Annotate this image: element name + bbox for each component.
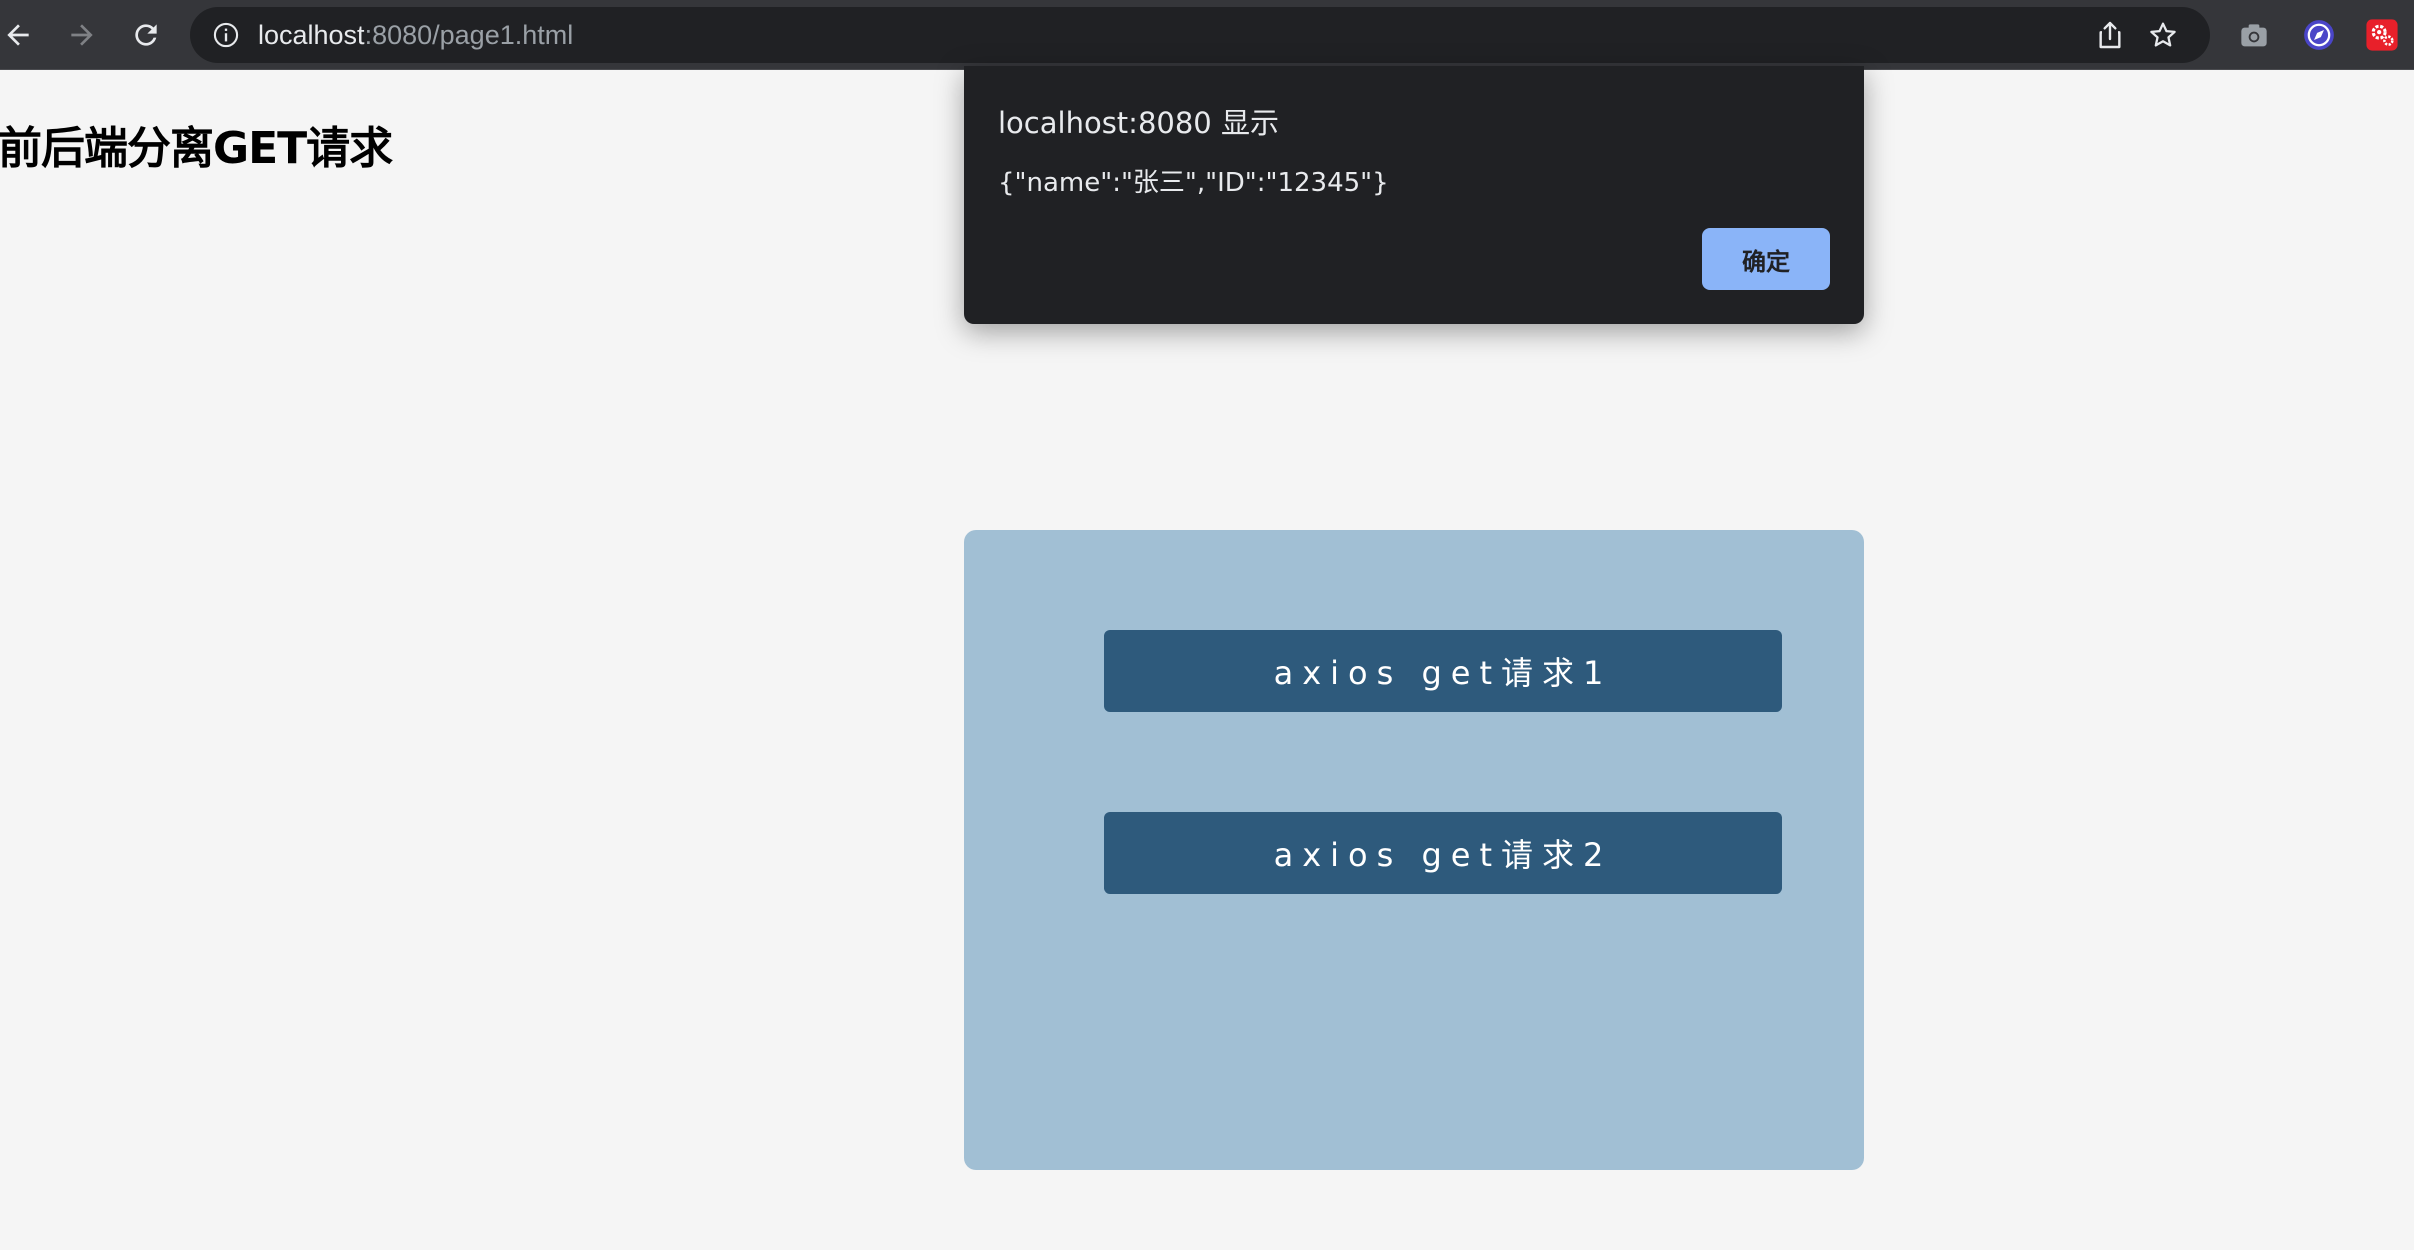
forward-button[interactable]	[58, 11, 106, 59]
settings-gear-icon[interactable]	[2364, 17, 2400, 53]
back-arrow-icon	[7, 24, 29, 46]
camera-icon[interactable]	[2236, 17, 2272, 53]
forward-arrow-icon	[71, 24, 93, 46]
reload-button[interactable]	[122, 11, 170, 59]
info-icon[interactable]	[212, 21, 240, 49]
url-path: :8080/page1.html	[364, 20, 574, 50]
alert-dialog: localhost:8080 显示 {"name":"张三","ID":"123…	[964, 66, 1864, 324]
page-title: 前后端分离GET请求	[0, 123, 393, 174]
url-host: localhost	[258, 20, 365, 50]
dialog-title: localhost:8080 显示	[998, 106, 1279, 140]
back-button[interactable]	[0, 11, 42, 59]
dialog-message: {"name":"张三","ID":"12345"}	[998, 168, 1389, 198]
url-text[interactable]: localhost:8080/page1.html	[258, 20, 573, 50]
share-icon[interactable]	[2094, 19, 2126, 51]
reload-icon	[135, 24, 157, 46]
browser-toolbar: localhost:8080/page1.html	[0, 0, 2414, 70]
address-bar[interactable]: localhost:8080/page1.html	[190, 7, 2210, 63]
star-icon[interactable]	[2147, 19, 2179, 51]
axios-get-button-1[interactable]: axios get请求1	[1104, 630, 1782, 712]
ok-button[interactable]: 确定	[1702, 228, 1830, 290]
button-panel: axios get请求1 axios get请求2	[964, 530, 1864, 1170]
compass-icon[interactable]	[2301, 17, 2337, 53]
axios-get-button-2[interactable]: axios get请求2	[1104, 812, 1782, 894]
